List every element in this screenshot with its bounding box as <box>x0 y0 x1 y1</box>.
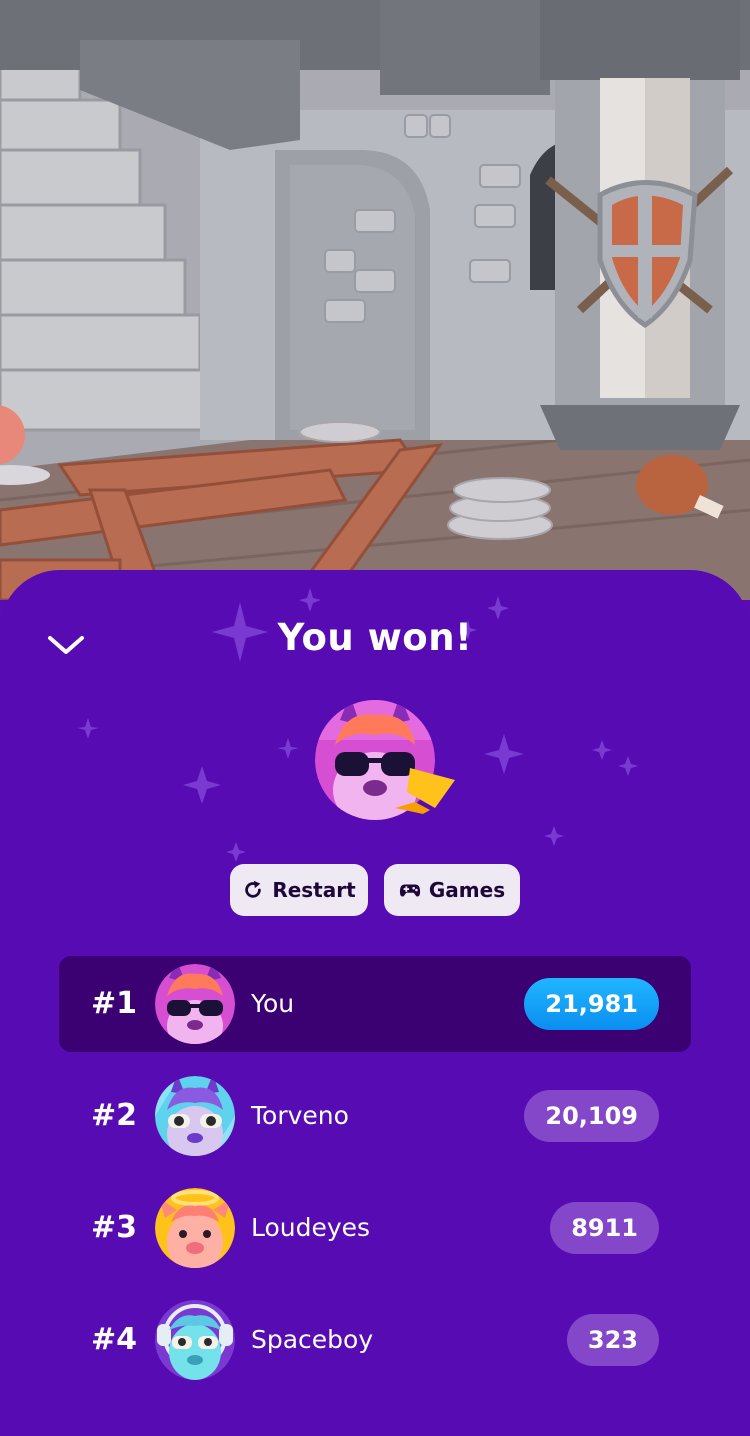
player-name: Loudeyes <box>251 1213 371 1242</box>
games-label: Games <box>428 878 506 902</box>
rank-label: #2 <box>91 1098 138 1133</box>
gamepad-icon <box>399 884 420 897</box>
leaderboard-row: #1 You 21,981 <box>59 956 691 1052</box>
restart-button[interactable]: Restart <box>230 864 368 916</box>
leaderboard-row: #3 Loudeyes 8911 <box>59 1180 691 1276</box>
games-button[interactable]: Games <box>384 864 520 916</box>
results-panel: You won! Restart Games #1 You 21,981 #2 … <box>0 570 750 1436</box>
score-badge: 8911 <box>550 1202 659 1254</box>
player-name: Torveno <box>251 1101 349 1130</box>
player-name: You <box>251 989 295 1018</box>
leaderboard-row: #2 Torveno 20,109 <box>59 1068 691 1164</box>
player-name: Spaceboy <box>251 1325 374 1354</box>
result-title: You won! <box>277 616 473 659</box>
player-avatar <box>155 964 235 1044</box>
leaderboard-row: #4 Spaceboy 323 <box>59 1292 691 1388</box>
rank-label: #4 <box>91 1322 138 1357</box>
restart-icon <box>245 880 262 898</box>
player-avatar <box>155 1076 235 1156</box>
rank-label: #3 <box>91 1210 138 1245</box>
game-scene-background <box>0 0 750 600</box>
player-avatar <box>155 1188 235 1268</box>
score-badge: 323 <box>566 1314 659 1366</box>
rank-label: #1 <box>91 986 138 1021</box>
player-avatar <box>155 1300 235 1380</box>
restart-label: Restart <box>272 878 356 902</box>
winner-avatar <box>315 700 455 820</box>
score-badge: 21,981 <box>524 978 659 1030</box>
score-badge: 20,109 <box>524 1090 659 1142</box>
